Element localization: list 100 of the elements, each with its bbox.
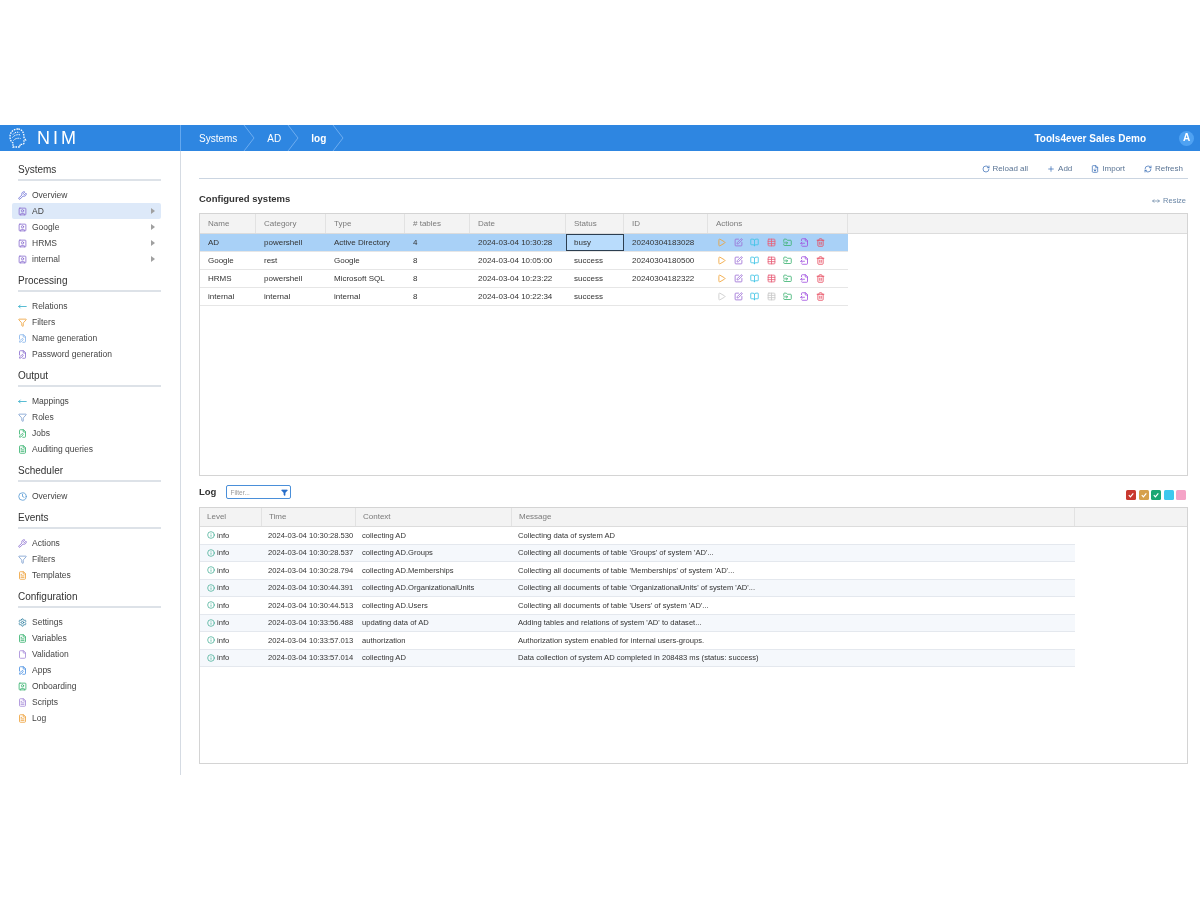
breadcrumb-link[interactable]: Systems [199, 130, 238, 146]
breadcrumb-link[interactable]: log [311, 130, 327, 146]
sidebar-item[interactable]: Overview [12, 187, 161, 203]
table-cell: 20240304180500 [632, 254, 695, 267]
level-filter-checkbox[interactable] [1176, 489, 1186, 500]
table-cell-text: 8 [412, 254, 419, 267]
play-icon[interactable] [717, 256, 726, 265]
table-cell-text: 8 [412, 290, 419, 303]
sidebar-item[interactable]: Overview [12, 488, 161, 504]
table-cell-text: powershell [263, 236, 304, 249]
book-icon[interactable] [750, 238, 759, 247]
info-icon [207, 531, 215, 540]
settings-icon [18, 617, 27, 627]
sidebar-item[interactable]: internal [12, 251, 161, 267]
book-icon[interactable] [750, 274, 759, 283]
sidebar-item[interactable]: Actions [12, 535, 161, 551]
info-icon [207, 618, 215, 627]
table-cell-text: Microsoft SQL [333, 272, 386, 285]
folder-icon[interactable] [783, 274, 792, 283]
toolbar-button[interactable]: Import [1091, 162, 1125, 175]
file-arrow-icon[interactable] [799, 274, 809, 283]
level-filter-checkbox[interactable] [1151, 489, 1161, 500]
sidebar-item[interactable]: Variables [12, 630, 161, 646]
sidebar-item[interactable]: Validation [12, 646, 161, 662]
folder-icon[interactable] [783, 292, 792, 301]
sidebar-item[interactable]: Roles [12, 409, 161, 425]
trash-icon[interactable] [816, 274, 825, 283]
info-icon [207, 636, 215, 645]
section-title: Processing [18, 273, 68, 288]
resize-icon [1152, 196, 1161, 205]
table-row[interactable]: AD powershell Active Directory 4 2024-03-04 10:30:28 busy 20240304183028 [200, 234, 848, 252]
sidebar-item[interactable]: Password generation [12, 346, 161, 362]
file-import-icon [1091, 164, 1100, 173]
table-cell-text: success [573, 272, 604, 285]
column-header: Context [356, 508, 512, 526]
folder-icon[interactable] [783, 256, 792, 265]
sidebar-item[interactable]: Log [12, 710, 161, 726]
folder-icon[interactable] [783, 238, 792, 247]
level-filter-checkbox[interactable] [1163, 489, 1174, 500]
table-cell-text: success [573, 254, 604, 267]
filter-icon[interactable] [281, 488, 289, 496]
table-cell-text: rest [263, 254, 279, 267]
reload-icon [981, 164, 990, 173]
sidebar-item[interactable]: Scripts [12, 694, 161, 710]
trash-icon[interactable] [816, 238, 825, 247]
info-icon [207, 653, 215, 662]
sidebar-item[interactable]: Mappings [12, 393, 161, 409]
book-icon[interactable] [750, 256, 759, 265]
table-icon[interactable] [766, 256, 776, 265]
column-header: Time [262, 508, 356, 526]
trash-icon[interactable] [816, 256, 825, 265]
sidebar-item[interactable]: Filters [12, 314, 161, 330]
sidebar-item[interactable]: Relations [12, 298, 161, 314]
table-cell: 20240304182322 [632, 272, 695, 285]
app-logo-text: NIM [37, 129, 79, 147]
user-card-icon [18, 238, 27, 248]
file-arrow-icon[interactable] [799, 256, 809, 265]
sidebar-item[interactable]: Auditing queries [12, 441, 161, 457]
edit-icon[interactable] [733, 292, 743, 301]
file-pen-icon [18, 428, 27, 438]
trash-icon[interactable] [816, 292, 825, 301]
table-icon[interactable] [766, 274, 776, 283]
wrench-icon [18, 538, 27, 548]
sidebar-item[interactable]: AD [12, 203, 161, 219]
user-card-icon [18, 254, 27, 264]
edit-icon[interactable] [733, 256, 743, 265]
sidebar-item[interactable]: HRMS [12, 235, 161, 251]
breadcrumb-link[interactable]: AD [267, 130, 282, 146]
table-cell-text: HRMS [207, 272, 233, 285]
sidebar-item[interactable]: Onboarding [12, 678, 161, 694]
level-filter-checkbox[interactable] [1138, 489, 1149, 500]
edit-icon[interactable] [733, 274, 743, 283]
level-filter-checkbox[interactable] [1126, 489, 1136, 500]
sidebar-item[interactable]: Filters [12, 551, 161, 567]
table-cell-text: 4 [412, 236, 419, 249]
sidebar-item[interactable]: Templates [12, 567, 161, 583]
section-title: Scheduler [18, 463, 64, 478]
edit-icon[interactable] [733, 238, 743, 247]
sidebar-item[interactable]: Google [12, 219, 161, 235]
sidebar-item[interactable]: Name generation [12, 330, 161, 346]
play-icon[interactable] [717, 238, 726, 247]
sidebar-item[interactable]: Settings [12, 614, 161, 630]
file-arrow-icon[interactable] [799, 292, 809, 301]
table-cell-text: Google [333, 254, 361, 267]
filter-icon [18, 317, 27, 327]
sidebar-item[interactable]: Jobs [12, 425, 161, 441]
toolbar-button[interactable]: Add [1047, 162, 1073, 175]
toolbar-button[interactable]: Refresh [1144, 162, 1183, 175]
file-arrow-icon[interactable] [799, 238, 809, 247]
table-icon[interactable] [766, 238, 776, 247]
toolbar-button[interactable]: Reload all [981, 162, 1029, 175]
column-header: Level [200, 508, 262, 526]
play-icon[interactable] [717, 274, 726, 283]
file-text-icon [18, 570, 27, 580]
file-pen-icon [18, 665, 27, 675]
chevron-icon [332, 125, 345, 151]
column-header: Type [326, 214, 405, 233]
book-icon[interactable] [750, 292, 759, 301]
sidebar-item[interactable]: Apps [12, 662, 161, 678]
table-cell: busy [566, 234, 624, 251]
